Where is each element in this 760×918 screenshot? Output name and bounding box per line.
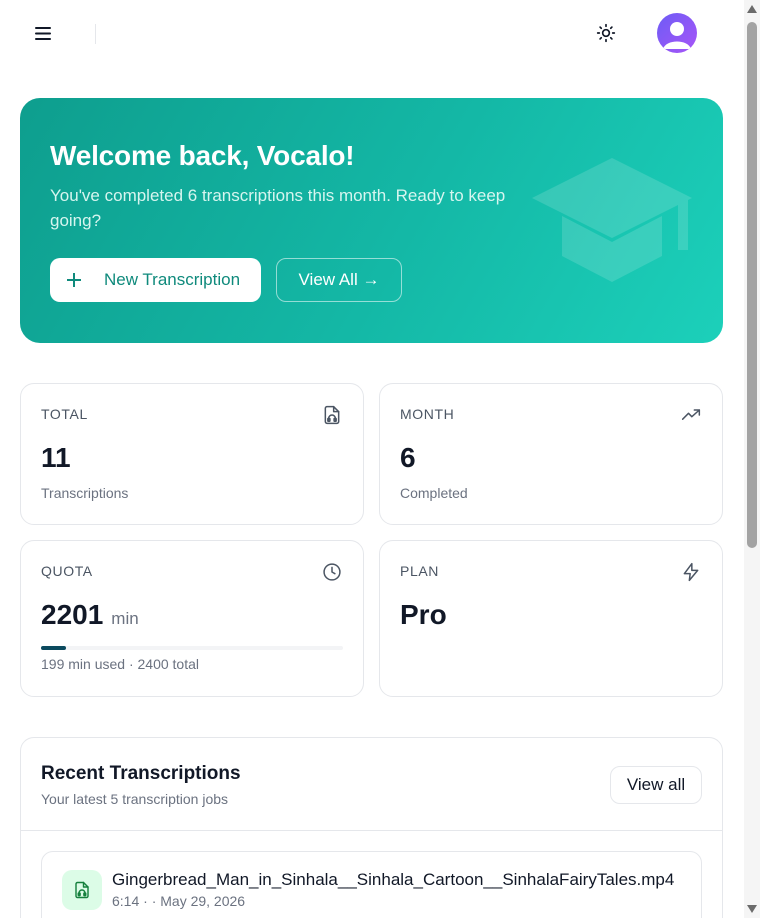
welcome-title: Welcome back, Vocalo! — [50, 140, 355, 171]
stat-caption: Transcriptions — [41, 485, 129, 501]
new-transcription-button[interactable]: New Transcription — [50, 258, 261, 302]
file-meta: 6:14 · · May 29, 2026 — [112, 893, 246, 909]
clock-icon — [321, 561, 343, 583]
stat-card-plan: PLAN Pro — [379, 540, 723, 697]
trending-up-icon — [680, 404, 702, 426]
audio-file-icon — [62, 870, 102, 910]
audio-file-icon — [321, 404, 343, 426]
new-transcription-label: New Transcription — [104, 270, 241, 289]
stat-caption: Completed — [400, 485, 468, 501]
view-all-recent-button[interactable]: View all — [610, 766, 702, 804]
topbar-divider — [95, 24, 96, 44]
quota-progress-bar — [41, 646, 343, 650]
quota-unit: min — [111, 609, 139, 628]
menu-icon[interactable] — [30, 22, 56, 44]
welcome-subtitle: You've completed 6 transcriptions this m… — [50, 186, 506, 230]
section-subtitle: Your latest 5 transcription jobs — [41, 791, 229, 807]
graduation-cap-icon — [526, 150, 698, 290]
sun-icon[interactable] — [593, 20, 619, 46]
section-title: Recent Transcriptions — [41, 763, 241, 784]
recent-transcriptions-panel: Recent Transcriptions Your latest 5 tran… — [20, 737, 723, 918]
stat-label: PLAN — [400, 563, 439, 579]
plus-icon — [66, 272, 82, 288]
welcome-banner: Welcome back, Vocalo! You've completed 6… — [20, 98, 723, 343]
stat-label: TOTAL — [41, 406, 88, 422]
quota-value: 2201 — [41, 599, 104, 630]
divider — [21, 830, 722, 831]
stat-value: 2201 min — [41, 599, 139, 631]
stat-label: QUOTA — [41, 563, 93, 579]
stat-label: MONTH — [400, 406, 455, 422]
scroll-thumb[interactable] — [747, 22, 757, 548]
user-avatar[interactable] — [657, 13, 697, 53]
stat-card-month: MONTH 6 Completed — [379, 383, 723, 525]
scrollbar[interactable] — [744, 0, 760, 918]
zap-icon — [680, 561, 702, 583]
file-name: Gingerbread_Man_in_Sinhala__Sinhala_Cart… — [112, 870, 675, 889]
stat-value: 11 — [41, 442, 71, 473]
scroll-up-arrow-icon[interactable] — [747, 4, 757, 14]
list-item[interactable]: Gingerbread_Man_in_Sinhala__Sinhala_Cart… — [41, 851, 702, 918]
stat-card-total: TOTAL 11 Transcriptions — [20, 383, 364, 525]
stat-caption: 199 min used · 2400 total — [41, 656, 199, 672]
top-bar — [0, 0, 744, 66]
stat-card-quota: QUOTA 2201 min 199 min used · 2400 total — [20, 540, 364, 697]
quota-progress-fill — [41, 646, 67, 650]
stat-value: Pro — [400, 599, 447, 630]
stat-value: 6 — [400, 442, 416, 473]
view-all-button[interactable]: View All → — [276, 258, 402, 302]
scroll-down-arrow-icon[interactable] — [747, 904, 757, 914]
